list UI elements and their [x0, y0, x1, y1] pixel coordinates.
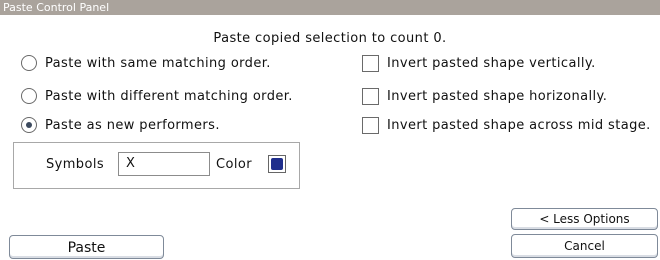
radio-new-performers[interactable]: Paste as new performers.: [21, 117, 220, 133]
checkbox-invert-vertical-box[interactable]: [362, 55, 379, 72]
less-options-button[interactable]: < Less Options: [511, 208, 658, 230]
symbols-group: Symbols X Color: [13, 142, 300, 189]
radio-same-order[interactable]: Paste with same matching order.: [21, 55, 271, 71]
checkbox-invert-vertical[interactable]: Invert pasted shape vertically.: [362, 55, 596, 72]
checkbox-invert-vertical-label: Invert pasted shape vertically.: [387, 56, 596, 71]
radio-new-performers-indicator[interactable]: [21, 117, 37, 133]
checkbox-invert-horizontal[interactable]: Invert pasted shape horizonally.: [362, 88, 607, 105]
window-title: Paste Control Panel: [0, 0, 660, 15]
checkbox-invert-mid-stage-box[interactable]: [362, 117, 379, 134]
radio-same-order-indicator[interactable]: [21, 55, 37, 71]
color-swatch-button[interactable]: [268, 155, 286, 173]
checkbox-invert-mid-stage-label: Invert pasted shape across mid stage.: [387, 118, 651, 133]
color-swatch-fill: [271, 158, 283, 170]
symbols-input[interactable]: X: [118, 152, 210, 176]
checkbox-invert-horizontal-label: Invert pasted shape horizonally.: [387, 89, 608, 104]
radio-same-order-label: Paste with same matching order.: [45, 55, 271, 71]
paste-info-text: Paste copied selection to count 0.: [213, 31, 447, 46]
radio-different-order[interactable]: Paste with different matching order.: [21, 88, 293, 104]
cancel-button[interactable]: Cancel: [511, 234, 658, 258]
color-label: Color: [216, 157, 252, 172]
checkbox-invert-horizontal-box[interactable]: [362, 88, 379, 105]
radio-different-order-label: Paste with different matching order.: [45, 88, 293, 104]
radio-different-order-indicator[interactable]: [21, 88, 37, 104]
paste-button[interactable]: Paste: [9, 235, 164, 259]
symbols-label: Symbols: [46, 157, 104, 172]
checkbox-invert-mid-stage[interactable]: Invert pasted shape across mid stage.: [362, 117, 651, 134]
radio-new-performers-label: Paste as new performers.: [45, 117, 220, 133]
